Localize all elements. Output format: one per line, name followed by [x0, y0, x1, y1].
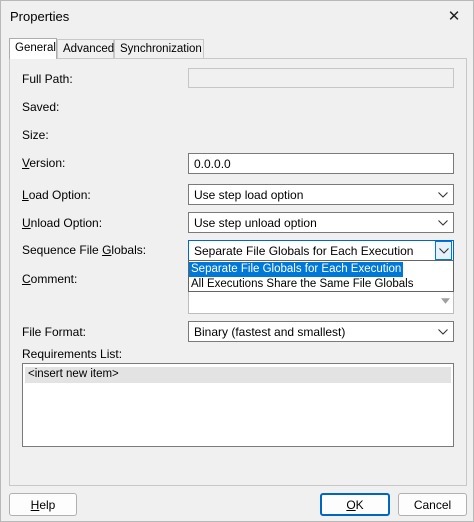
dropdown-option-label: All Executions Share the Same File Globa… [191, 278, 414, 290]
scroll-down-icon[interactable] [439, 296, 451, 306]
dropdown-option-separate[interactable]: Separate File Globals for Each Execution [189, 261, 453, 277]
unload-option-value: Use step unload option [194, 216, 317, 230]
size-label: Size: [22, 128, 49, 142]
sequence-file-globals-select[interactable]: Separate File Globals for Each Execution [188, 240, 454, 261]
dialog-title: Properties [10, 9, 70, 24]
file-format-value: Binary (fastest and smallest) [194, 325, 346, 339]
unload-option-label-mnemonic: U [22, 216, 31, 230]
chevron-down-icon[interactable] [435, 241, 452, 260]
saved-label: Saved: [22, 100, 60, 114]
load-option-label-text: oad Option: [28, 188, 91, 202]
version-label: Version: [22, 156, 65, 170]
help-button[interactable]: Help [9, 493, 77, 516]
full-path-label: Full Path: [22, 72, 73, 86]
comment-textarea[interactable] [188, 290, 454, 314]
tab-general[interactable]: General [9, 38, 57, 59]
dropdown-option-share[interactable]: All Executions Share the Same File Globa… [189, 277, 453, 292]
sequence-file-globals-label-pre: Sequence File [22, 243, 103, 257]
full-path-field [188, 68, 454, 88]
ok-mnemonic: O [346, 497, 356, 512]
version-value: 0.0.0.0 [194, 157, 231, 171]
sequence-file-globals-label: Sequence File Globals: [22, 243, 146, 257]
unload-option-label-text: nload Option: [30, 216, 103, 230]
ok-button[interactable]: OK [320, 493, 390, 516]
close-button[interactable]: ✕ [441, 5, 467, 27]
chevron-down-icon [435, 186, 451, 203]
tab-label: Advanced [63, 43, 115, 55]
comment-label-text: omment: [30, 272, 78, 286]
file-format-label: File Format: [22, 325, 87, 339]
help-text: elp [39, 497, 56, 512]
tab-advanced[interactable]: Advanced [57, 39, 114, 59]
load-option-value: Use step load option [194, 188, 304, 202]
list-item[interactable]: <insert new item> [25, 367, 451, 383]
cancel-button[interactable]: Cancel [398, 493, 467, 516]
requirements-list[interactable]: <insert new item> [22, 363, 454, 447]
close-icon: ✕ [447, 8, 461, 25]
version-input[interactable]: 0.0.0.0 [188, 153, 454, 174]
comment-label-mnemonic: C [22, 272, 31, 286]
sequence-file-globals-label-mnemonic: G [102, 243, 112, 257]
requirements-list-label: Requirements List: [22, 347, 123, 361]
dropdown-option-label: Separate File Globals for Each Execution [189, 262, 404, 277]
file-format-select[interactable]: Binary (fastest and smallest) [188, 321, 454, 342]
comment-label: Comment: [22, 272, 77, 286]
chevron-down-icon [435, 323, 451, 340]
tab-label: Synchronization [120, 43, 202, 55]
load-option-label: Load Option: [22, 188, 91, 202]
version-label-text: ersion: [29, 156, 66, 170]
load-option-select[interactable]: Use step load option [188, 184, 454, 205]
unload-option-label: Unload Option: [22, 216, 102, 230]
sequence-file-globals-value: Separate File Globals for Each Execution [194, 244, 414, 258]
properties-dialog: Properties ✕ General Advanced Synchroniz… [0, 0, 474, 522]
chevron-down-icon [435, 214, 451, 231]
tab-synchronization[interactable]: Synchronization [114, 39, 204, 59]
sequence-file-globals-dropdown: Separate File Globals for Each Execution… [188, 260, 454, 292]
unload-option-select[interactable]: Use step unload option [188, 212, 454, 233]
tab-label: General [15, 42, 56, 54]
load-option-label-mnemonic: L [22, 188, 29, 202]
help-mnemonic: H [30, 497, 40, 512]
ok-text: K [355, 497, 364, 512]
sequence-file-globals-label-text: lobals: [111, 243, 147, 257]
